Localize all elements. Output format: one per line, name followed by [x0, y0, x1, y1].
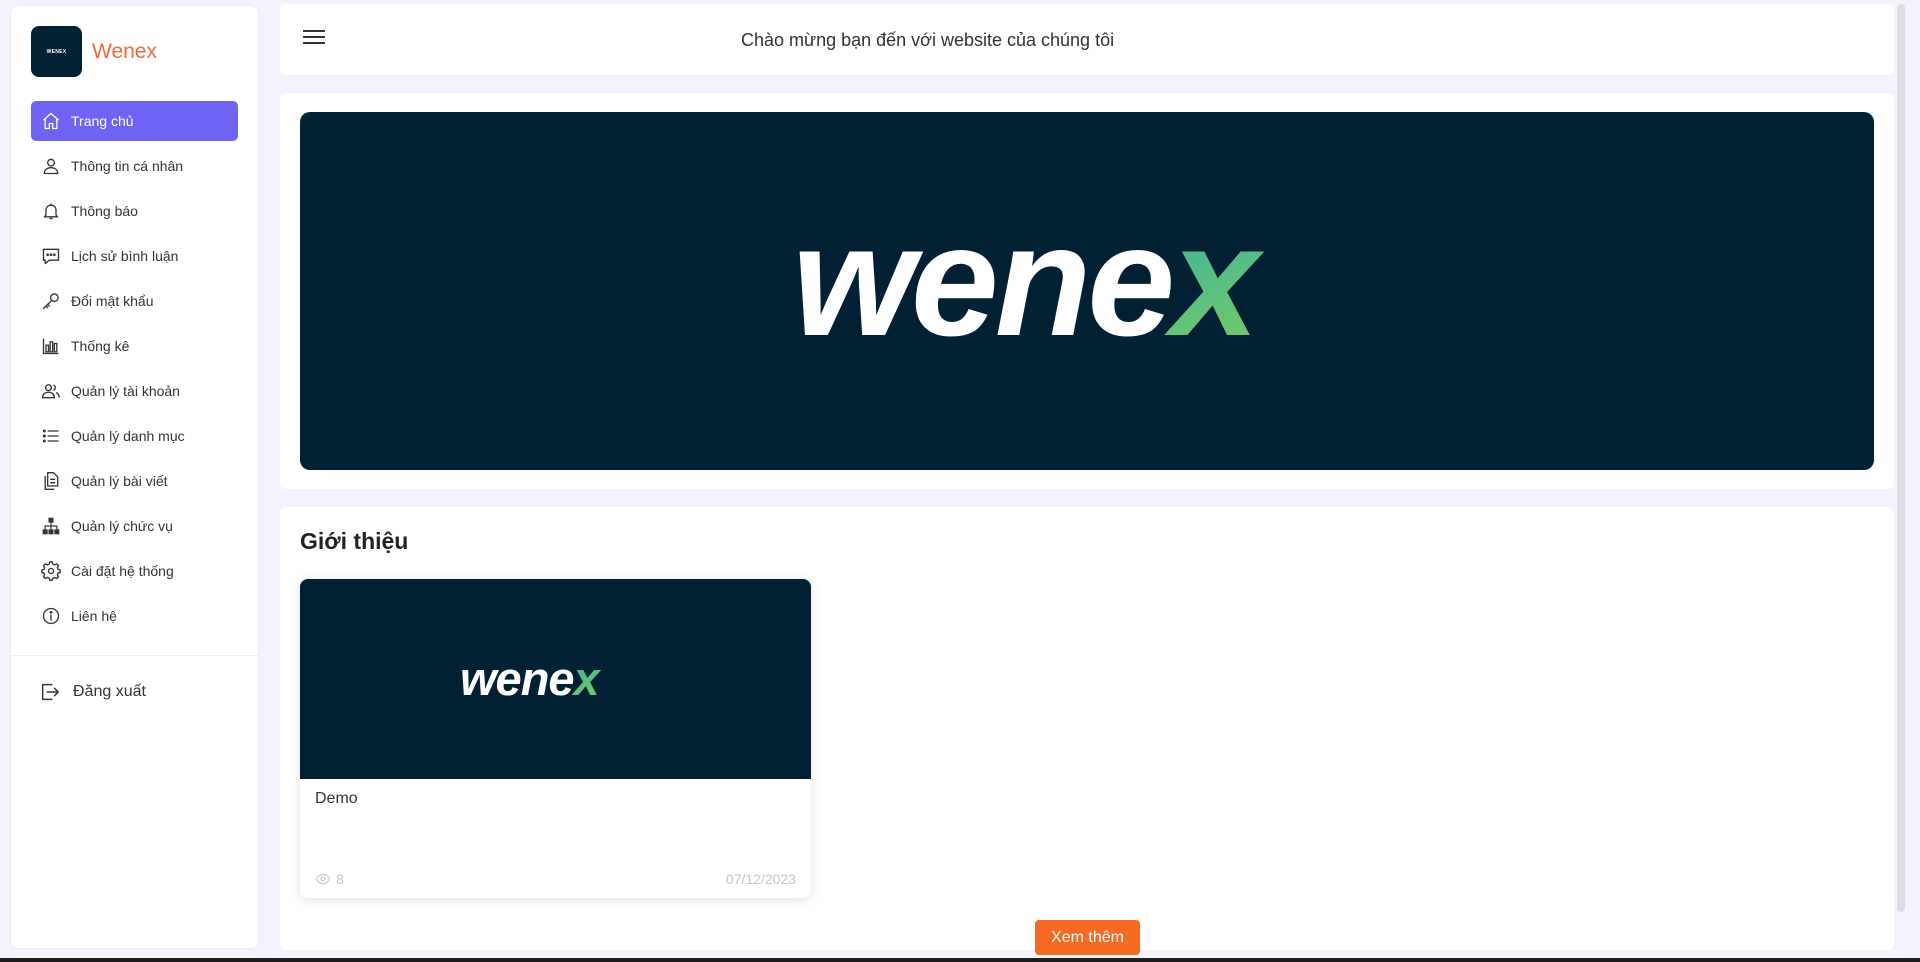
sidebar-item-label: Thống kê: [71, 338, 130, 354]
sidebar-item-label: Thông tin cá nhân: [71, 158, 184, 174]
wenex-thumb-logo: wenex: [460, 652, 603, 705]
sidebar-item-label: Quản lý bài viết: [71, 473, 168, 489]
sidebar-item-notifications[interactable]: Thông báo: [31, 191, 238, 231]
scrollbar-thumb[interactable]: [1897, 4, 1905, 912]
sidebar-item-system-settings[interactable]: Cài đặt hệ thống: [31, 551, 238, 591]
post-card[interactable]: wenex Demo 8 07/12/2023: [300, 579, 811, 898]
svg-text:wenex: wenex: [460, 652, 602, 705]
sidebar-item-label: Quản lý tài khoản: [71, 383, 180, 399]
gear-icon: [41, 561, 61, 581]
brand[interactable]: WENEX Wenex: [31, 26, 157, 77]
sidebar-item-account-management[interactable]: Quản lý tài khoản: [31, 371, 238, 411]
wenex-logo: wenex: [792, 193, 1269, 369]
sidebar-item-profile[interactable]: Thông tin cá nhân: [31, 146, 238, 186]
post-views-count: 8: [336, 871, 344, 887]
sidebar-item-home[interactable]: Trang chủ: [31, 101, 238, 141]
document-icon: [44, 472, 59, 490]
sidebar-item-statistics[interactable]: Thống kê: [31, 326, 238, 366]
post-meta: 8 07/12/2023: [315, 871, 796, 887]
key-icon: [42, 293, 59, 310]
svg-text:wenex: wenex: [792, 193, 1265, 369]
sidebar: WENEX Wenex Trang chủ Thông tin cá nhân …: [10, 5, 259, 949]
sidebar-item-position-management[interactable]: Quản lý chức vụ: [31, 506, 238, 546]
sidebar-item-comment-history[interactable]: Lịch sử bình luận: [31, 236, 238, 276]
sidebar-item-post-management[interactable]: Quản lý bài viết: [31, 461, 238, 501]
sidebar-item-label: Thông báo: [71, 203, 138, 219]
banner-section: wenex: [280, 93, 1894, 489]
logout-label: Đăng xuất: [73, 683, 146, 700]
sidebar-item-label: Lịch sử bình luận: [71, 248, 179, 264]
sidebar-item-category-management[interactable]: Quản lý danh mục: [31, 416, 238, 456]
sidebar-item-label: Cài đặt hệ thống: [71, 563, 174, 579]
menu-toggle-icon[interactable]: [303, 30, 325, 48]
brand-name: Wenex: [92, 39, 157, 63]
brand-logo-text: WENEX: [46, 48, 67, 55]
post-date: 07/12/2023: [725, 871, 796, 887]
home-icon: [43, 112, 59, 130]
logout-icon: [41, 683, 59, 701]
brand-logo: WENEX: [31, 26, 82, 77]
welcome-message: Chào mừng bạn đến với website của chúng …: [741, 30, 1115, 50]
post-thumbnail: wenex: [300, 579, 811, 779]
org-chart-icon: [42, 517, 60, 535]
sidebar-item-label: Quản lý chức vụ: [71, 518, 173, 534]
top-bar: Chào mừng bạn đến với website của chúng …: [280, 4, 1894, 75]
sidebar-item-change-password[interactable]: Đổi mật khẩu: [31, 281, 238, 321]
sidebar-item-contact[interactable]: Liên hệ: [31, 596, 238, 636]
eye-icon: [315, 873, 331, 885]
bar-chart-icon: [42, 338, 59, 355]
post-title: Demo: [315, 790, 358, 807]
sidebar-item-label: Quản lý danh mục: [71, 428, 185, 444]
users-icon: [41, 384, 60, 399]
sidebar-item-label: Liên hệ: [71, 608, 117, 624]
bell-icon: [43, 203, 59, 220]
hero-banner: wenex: [300, 112, 1874, 470]
sidebar-item-label: Đổi mật khẩu: [71, 293, 154, 309]
comment-icon: [42, 248, 60, 265]
post-views: 8: [315, 871, 344, 887]
sidebar-divider: [11, 655, 258, 656]
user-icon: [43, 158, 59, 175]
sidebar-item-label: Trang chủ: [71, 113, 134, 129]
intro-section: Giới thiệu wenex Demo 8 07/12/2023 Xem t…: [280, 507, 1894, 955]
section-title: Giới thiệu: [300, 528, 409, 554]
view-more-button[interactable]: Xem thêm: [1035, 920, 1140, 955]
logout-button[interactable]: Đăng xuất: [39, 681, 146, 703]
sidebar-nav: Trang chủ Thông tin cá nhân Thông báo Lị…: [31, 101, 238, 641]
window-bottom-edge: [0, 958, 1920, 962]
info-icon: [42, 607, 60, 625]
list-icon: [42, 429, 59, 443]
